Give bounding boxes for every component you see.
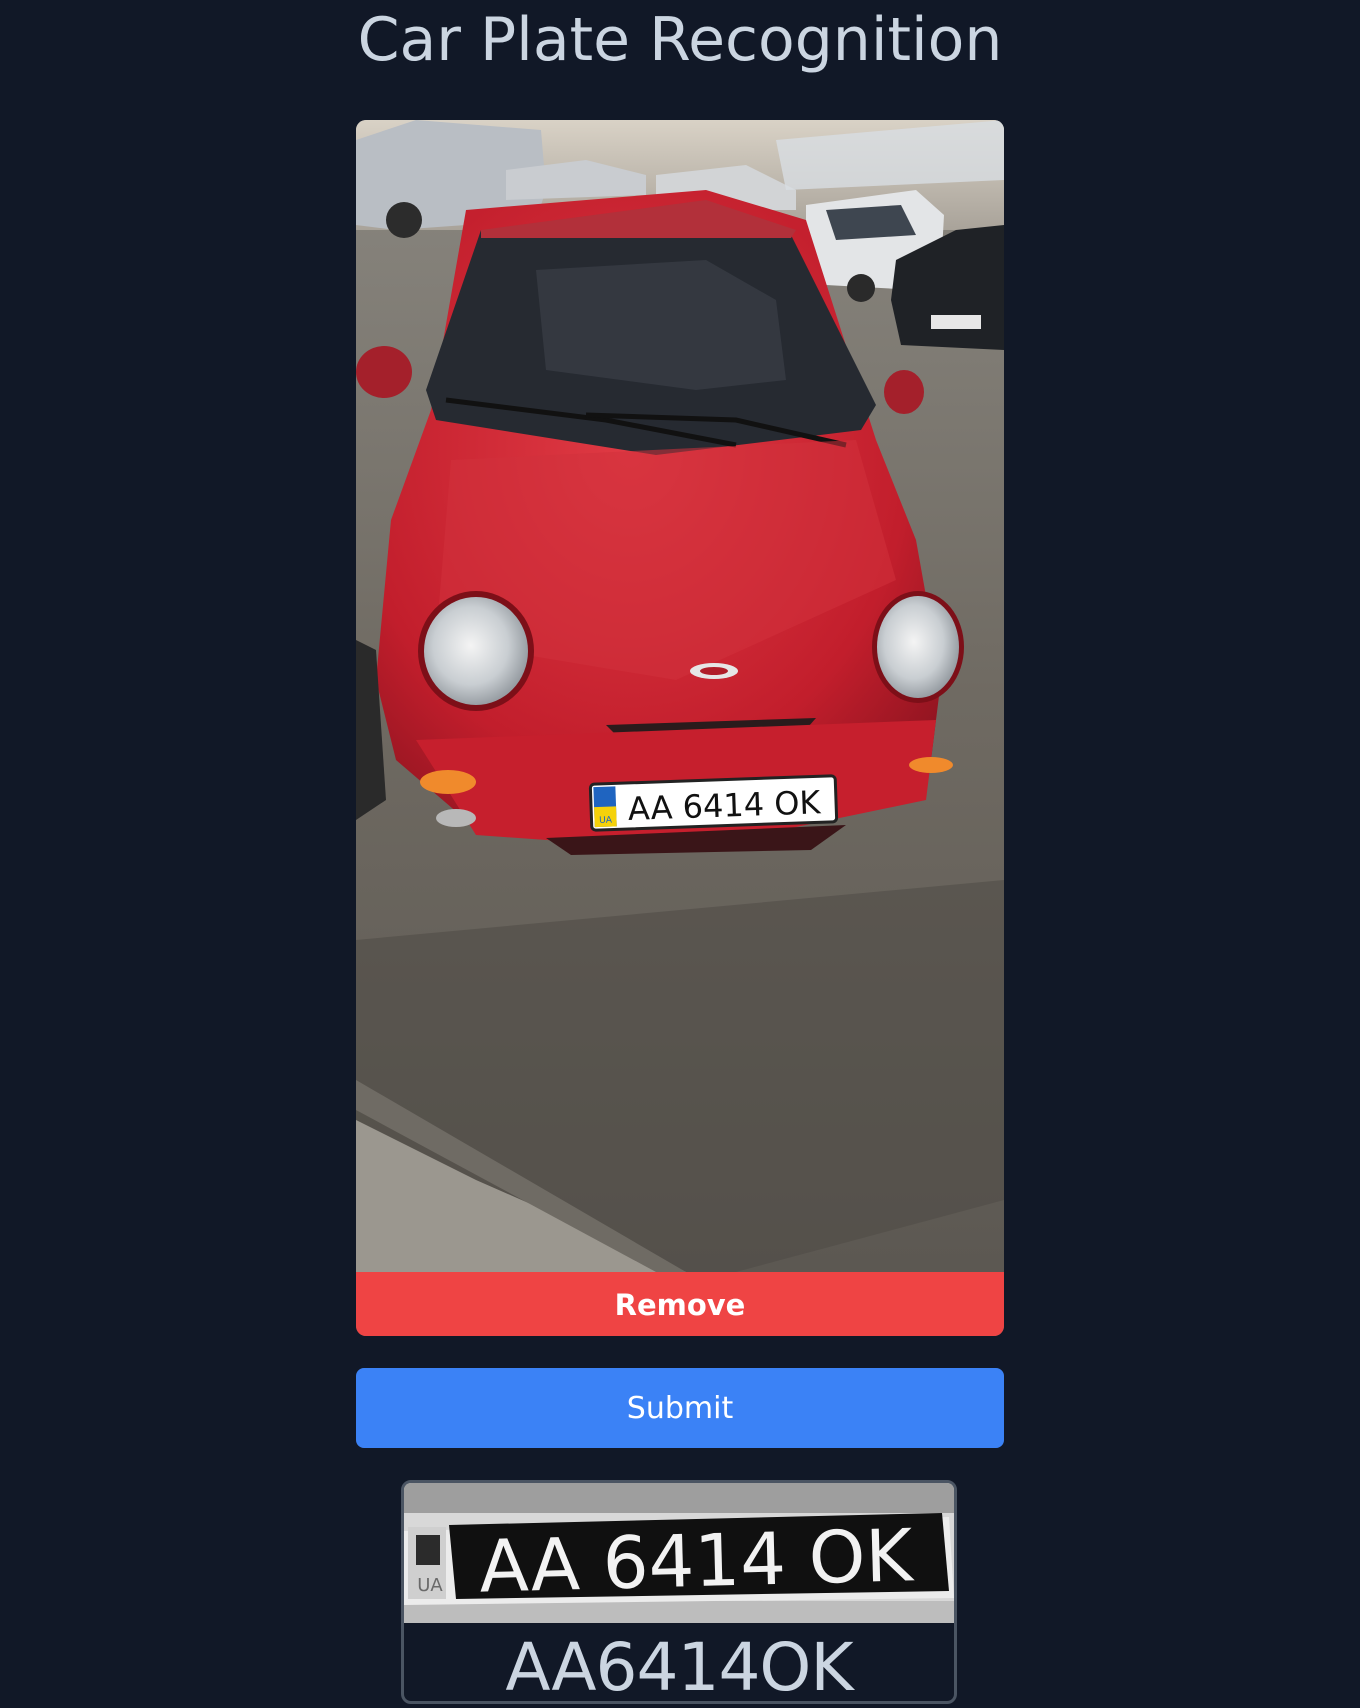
uploaded-car-photo: UA AA 6414 OK	[356, 120, 1004, 1272]
uploaded-image-card: UA AA 6414 OK Remove	[356, 120, 1004, 1336]
recognized-plate-text: AA6414OK	[404, 1623, 954, 1701]
submit-button[interactable]: Submit	[356, 1368, 1004, 1448]
page-title: Car Plate Recognition	[357, 5, 1003, 75]
plate-crop-image: UA AA 6414 OK	[404, 1483, 954, 1623]
recognition-result-card: UA AA 6414 OK AA6414OK	[401, 1480, 957, 1704]
photo-plate-country: UA	[599, 816, 613, 826]
crop-plate-text: AA 6414 OK	[478, 1513, 915, 1608]
remove-button[interactable]: Remove	[356, 1272, 1004, 1336]
crop-plate-country: UA	[417, 1575, 443, 1596]
page: Car Plate Recognition UA AA 6414 OK Remo…	[0, 0, 1360, 1708]
photo-plate-text: AA 6414 OK	[627, 783, 822, 828]
